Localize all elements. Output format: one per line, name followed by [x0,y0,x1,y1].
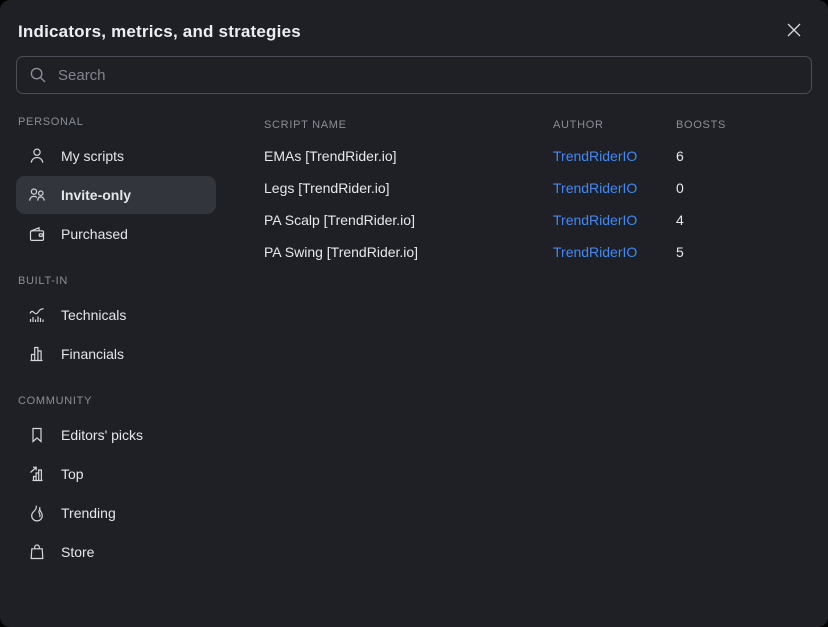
sidebar-item-technicals[interactable]: Technicals [16,296,216,334]
table-row[interactable]: Legs [TrendRider.io] TrendRiderIO 0 [264,172,812,204]
table-row[interactable]: PA Swing [TrendRider.io] TrendRiderIO 5 [264,236,812,268]
boosts-count: 4 [676,212,812,228]
search-box[interactable] [16,56,812,94]
section-label-built-in: BUILT-IN [16,269,216,295]
table-header-row: SCRIPT NAME AUTHOR BOOSTS [264,110,812,140]
sidebar-item-editors-picks[interactable]: Editors' picks [16,416,216,454]
column-header-script-name: SCRIPT NAME [264,119,553,131]
column-header-author: AUTHOR [553,119,676,131]
sidebar-item-label: Trending [61,505,116,521]
page-title: Indicators, metrics, and strategies [18,22,301,42]
script-name: Legs [TrendRider.io] [264,180,553,196]
sidebar-item-my-scripts[interactable]: My scripts [16,137,216,175]
sidebar-item-financials[interactable]: Financials [16,335,216,373]
top-chart-icon [26,463,48,485]
shopping-bag-icon [26,541,48,563]
sidebar-item-label: Invite-only [61,187,131,203]
wallet-icon [26,223,48,245]
sidebar-item-label: Top [61,466,84,482]
search-icon [28,65,48,85]
table-row[interactable]: PA Scalp [TrendRider.io] TrendRiderIO 4 [264,204,812,236]
sidebar-item-store[interactable]: Store [16,533,216,571]
sidebar-item-trending[interactable]: Trending [16,494,216,532]
close-icon [784,20,804,40]
financials-icon [26,343,48,365]
section-label-community: COMMUNITY [16,389,216,415]
boosts-count: 0 [676,180,812,196]
person-icon [26,145,48,167]
section-label-personal: PERSONAL [16,110,216,136]
indicators-dialog: Indicators, metrics, and strategies PERS… [0,0,828,627]
sidebar-item-label: Store [61,544,94,560]
search-input[interactable] [58,67,800,84]
dialog-header: Indicators, metrics, and strategies [0,0,828,44]
scripts-table: SCRIPT NAME AUTHOR BOOSTS EMAs [TrendRid… [264,110,812,627]
script-name: EMAs [TrendRider.io] [264,148,553,164]
sidebar-item-label: Editors' picks [61,427,143,443]
sidebar-item-label: Purchased [61,226,128,242]
sidebar-item-invite-only[interactable]: Invite-only [16,176,216,214]
table-row[interactable]: EMAs [TrendRider.io] TrendRiderIO 6 [264,140,812,172]
sidebar-item-top[interactable]: Top [16,455,216,493]
column-header-boosts: BOOSTS [676,119,812,131]
flame-icon [26,502,48,524]
close-button[interactable] [780,16,808,44]
technicals-icon [26,304,48,326]
boosts-count: 5 [676,244,812,260]
author-link[interactable]: TrendRiderIO [553,180,676,196]
script-name: PA Scalp [TrendRider.io] [264,212,553,228]
boosts-count: 6 [676,148,812,164]
sidebar-item-label: Technicals [61,307,126,323]
sidebar-item-label: My scripts [61,148,124,164]
author-link[interactable]: TrendRiderIO [553,244,676,260]
author-link[interactable]: TrendRiderIO [553,148,676,164]
sidebar-item-purchased[interactable]: Purchased [16,215,216,253]
sidebar-item-label: Financials [61,346,124,362]
people-icon [26,184,48,206]
sidebar: PERSONAL My scripts Invite-only [16,110,216,627]
script-name: PA Swing [TrendRider.io] [264,244,553,260]
author-link[interactable]: TrendRiderIO [553,212,676,228]
bookmark-icon [26,424,48,446]
dialog-content: PERSONAL My scripts Invite-only [0,110,828,627]
